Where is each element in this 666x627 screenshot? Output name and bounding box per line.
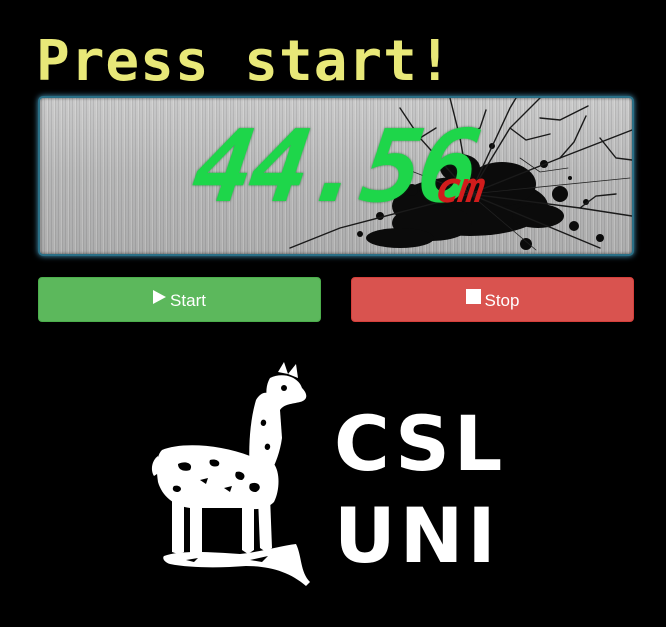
start-button[interactable]: Start <box>38 277 321 322</box>
llama-icon <box>151 362 310 586</box>
stop-button[interactable]: Stop <box>351 277 634 322</box>
start-button-label: Start <box>170 291 206 311</box>
distance-unit: cm <box>432 163 487 212</box>
logo-line-csl: CSL <box>334 399 507 488</box>
distance-display: 44.56 cm <box>38 96 634 256</box>
logo-wordmark: CSL UNI <box>334 400 534 580</box>
stop-icon <box>465 277 481 320</box>
play-icon <box>153 277 167 320</box>
app-root: Press start! 44.56 cm Start Stop CSL UNI <box>0 0 666 627</box>
logo-line-uni: UNI <box>334 491 500 580</box>
page-title: Press start! <box>36 29 453 94</box>
stop-button-label: Stop <box>484 291 520 311</box>
